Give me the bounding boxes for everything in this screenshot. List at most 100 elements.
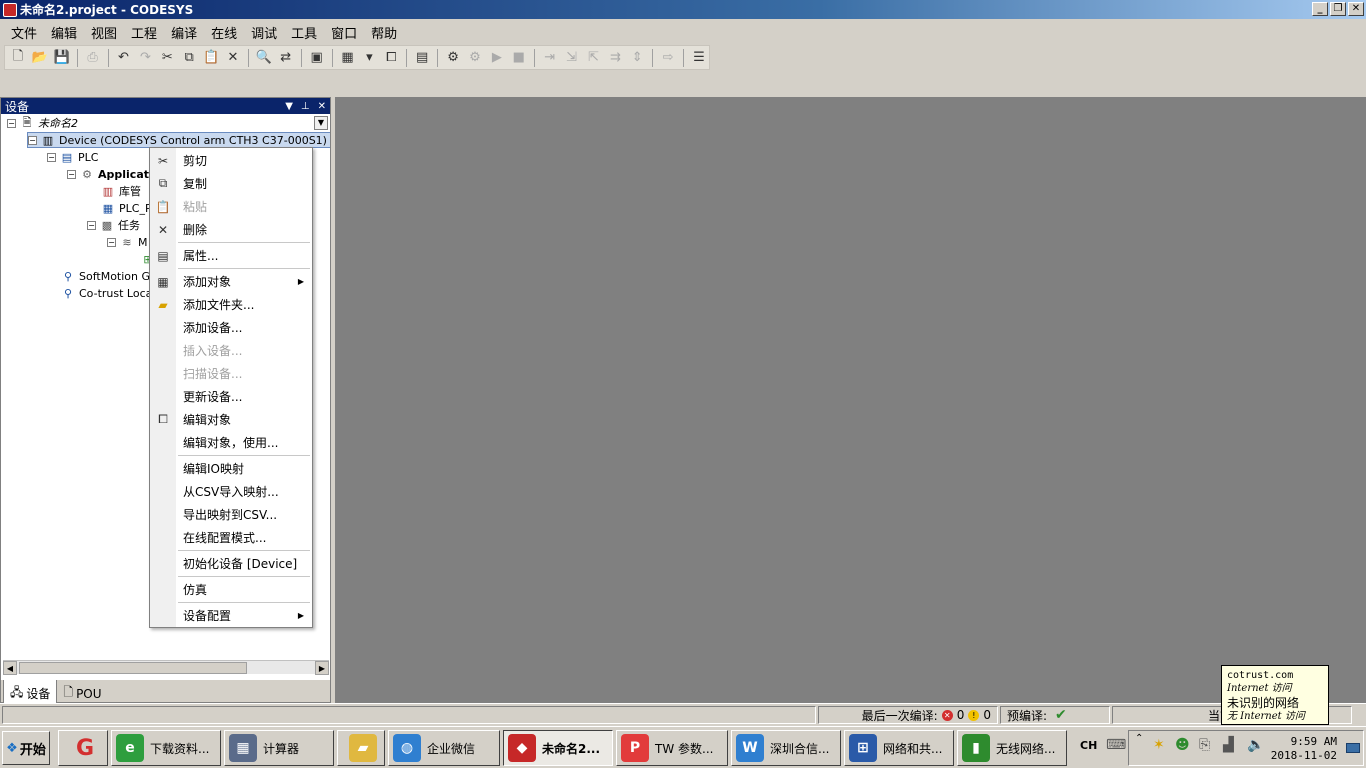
menu-tools[interactable]: 工具	[284, 21, 324, 44]
taskbar-quick-launch[interactable]: G	[58, 730, 108, 766]
print-icon[interactable]: ⎙	[83, 48, 103, 68]
tree-item-softmotion[interactable]: ⚲ SoftMotion Ge	[61, 268, 157, 284]
panel-close-icon[interactable]: ✕	[318, 101, 326, 112]
taskbar-item-network-center[interactable]: ⊞ 网络和共...	[844, 730, 954, 766]
precompile-status[interactable]: 预编译: ✔	[1000, 706, 1110, 724]
system-clock[interactable]: 9:59 AM 2018-11-02	[1271, 735, 1337, 763]
tree-item-task-config[interactable]: − ▩ 任务	[87, 217, 140, 233]
taskbar-item-calculator[interactable]: ▦ 计算器	[224, 730, 334, 766]
taskbar-item-codesys[interactable]: ◆ 未命名2...	[503, 730, 613, 766]
show-desktop-icon[interactable]	[1346, 743, 1360, 753]
step-into-icon[interactable]: ⇲	[562, 48, 582, 68]
menu-item-edit-object[interactable]: ⧠ 编辑对象	[150, 408, 312, 431]
paste-icon[interactable]: 📋	[201, 48, 221, 68]
menu-item-paste[interactable]: 📋 粘贴	[150, 195, 312, 218]
collapse-icon[interactable]: −	[107, 237, 116, 247]
taskbar-item-explorer[interactable]: ▰	[337, 730, 385, 766]
collapse-icon[interactable]: −	[67, 169, 76, 179]
add-object-icon[interactable]: ▦	[338, 48, 358, 68]
taskbar-item-wps-writer[interactable]: W 深圳合信...	[731, 730, 841, 766]
build-icon[interactable]: ▤	[412, 48, 432, 68]
horizontal-scrollbar[interactable]: ◀ ▶	[3, 660, 329, 675]
pin-icon[interactable]: ⊥	[301, 101, 310, 112]
cut-icon[interactable]: ✂	[157, 48, 177, 68]
tray-security-icon[interactable]: ☻	[1175, 737, 1190, 753]
menu-item-scan-devices[interactable]: 扫描设备...	[150, 362, 312, 385]
login-icon[interactable]: ⚙	[443, 48, 463, 68]
start-icon[interactable]: ▶	[487, 48, 507, 68]
last-compile-status[interactable]: 最后一次编译: ✕ 0 ! 0	[818, 706, 998, 724]
scroll-right-icon[interactable]: ▶	[315, 661, 329, 675]
menu-online[interactable]: 在线	[204, 21, 244, 44]
menu-item-add-device[interactable]: 添加设备...	[150, 316, 312, 339]
taskbar-item-wps-pdf[interactable]: P TW 参数...	[616, 730, 728, 766]
tree-item-project[interactable]: − 🗎 未命名2	[7, 115, 78, 131]
run-to-cursor-icon[interactable]: ⇉	[605, 48, 625, 68]
tree-dropdown-icon[interactable]: ▼	[314, 116, 328, 130]
panel-menu-icon[interactable]: ▼	[285, 101, 293, 112]
collapse-icon[interactable]: −	[7, 118, 16, 128]
menu-item-insert-device[interactable]: 插入设备...	[150, 339, 312, 362]
menu-item-copy[interactable]: ⧉ 复制	[150, 172, 312, 195]
menu-file[interactable]: 文件	[4, 21, 44, 44]
logout-icon[interactable]: ⚙	[465, 48, 485, 68]
menu-item-properties[interactable]: ▤ 属性...	[150, 244, 312, 267]
menu-item-online-config[interactable]: 在线配置模式...	[150, 526, 312, 549]
tray-expand-icon[interactable]: ⌃	[1135, 733, 1143, 744]
tree-item-task[interactable]: − ≋ M	[107, 234, 148, 250]
taskbar-item-browser[interactable]: e 下载资料...	[111, 730, 221, 766]
step-over-icon[interactable]: ⇥	[540, 48, 560, 68]
menu-item-simulation[interactable]: 仿真	[150, 578, 312, 601]
menu-project[interactable]: 工程	[124, 21, 164, 44]
close-button[interactable]: ✕	[1348, 2, 1364, 16]
minimize-button[interactable]: _	[1312, 2, 1328, 16]
keyboard-icon[interactable]: ⌨	[1106, 737, 1126, 753]
menu-edit[interactable]: 编辑	[44, 21, 84, 44]
replace-icon[interactable]: ⇄	[276, 48, 296, 68]
save-icon[interactable]: 💾	[52, 48, 72, 68]
window-icon[interactable]: ▣	[307, 48, 327, 68]
collapse-icon[interactable]: −	[28, 135, 37, 145]
undo-icon[interactable]: ↶	[114, 48, 134, 68]
menu-item-export-csv[interactable]: 导出映射到CSV...	[150, 503, 312, 526]
set-next-statement-icon[interactable]: ⇕	[627, 48, 647, 68]
menu-build[interactable]: 编译	[164, 21, 204, 44]
edit-object-icon[interactable]: ⧠	[381, 48, 401, 68]
language-indicator[interactable]: CH	[1080, 739, 1097, 752]
menu-item-cut[interactable]: ✂ 剪切	[150, 149, 312, 172]
menu-item-add-object[interactable]: ▦ 添加对象 ▶	[150, 270, 312, 293]
tree-item-plc-prg[interactable]: ▦ PLC_P	[101, 200, 152, 216]
tree-item-cotrust[interactable]: ⚲ Co-trust Local	[61, 285, 155, 301]
taskbar-item-wecom[interactable]: ◍ 企业微信	[388, 730, 500, 766]
dropdown-icon[interactable]: ▾	[359, 48, 379, 68]
step-out-icon[interactable]: ⇱	[583, 48, 603, 68]
menu-view[interactable]: 视图	[84, 21, 124, 44]
tray-volume-icon[interactable]: 🔈	[1247, 737, 1264, 753]
menu-item-edit-io-mapping[interactable]: 编辑IO映射	[150, 457, 312, 480]
start-button[interactable]: ❖ 开始	[2, 731, 50, 765]
collapse-icon[interactable]: −	[47, 152, 56, 162]
restore-button[interactable]: ❐	[1330, 2, 1346, 16]
tree-item-application[interactable]: − ⚙ Applicat	[67, 166, 149, 182]
copy-icon[interactable]: ⧉	[179, 48, 199, 68]
delete-icon[interactable]: ✕	[223, 48, 243, 68]
show-next-statement-icon[interactable]: ⇨	[658, 48, 678, 68]
tray-network-icon[interactable]: ▟	[1223, 737, 1234, 753]
tray-app-icon[interactable]: ✶	[1153, 737, 1165, 753]
menu-debug[interactable]: 调试	[244, 21, 284, 44]
tree-item-plc[interactable]: − ▤ PLC	[47, 149, 98, 165]
new-project-icon[interactable]: 🗋	[8, 48, 28, 68]
toolbar-options-icon[interactable]: ☰	[689, 48, 709, 68]
menu-item-update-device[interactable]: 更新设备...	[150, 385, 312, 408]
scroll-left-icon[interactable]: ◀	[3, 661, 17, 675]
menu-help[interactable]: 帮助	[364, 21, 404, 44]
menu-item-add-folder[interactable]: ▰ 添加文件夹...	[150, 293, 312, 316]
stop-icon[interactable]: ■	[509, 48, 529, 68]
menu-item-reset-device[interactable]: 初始化设备 [Device]	[150, 552, 312, 575]
menu-item-edit-object-with[interactable]: 编辑对象，使用...	[150, 431, 312, 454]
menu-window[interactable]: 窗口	[324, 21, 364, 44]
menu-item-import-csv[interactable]: 从CSV导入映射...	[150, 480, 312, 503]
scrollbar-thumb[interactable]	[19, 662, 247, 674]
menu-item-device-config[interactable]: 设备配置 ▶	[150, 604, 312, 627]
collapse-icon[interactable]: −	[87, 220, 96, 230]
